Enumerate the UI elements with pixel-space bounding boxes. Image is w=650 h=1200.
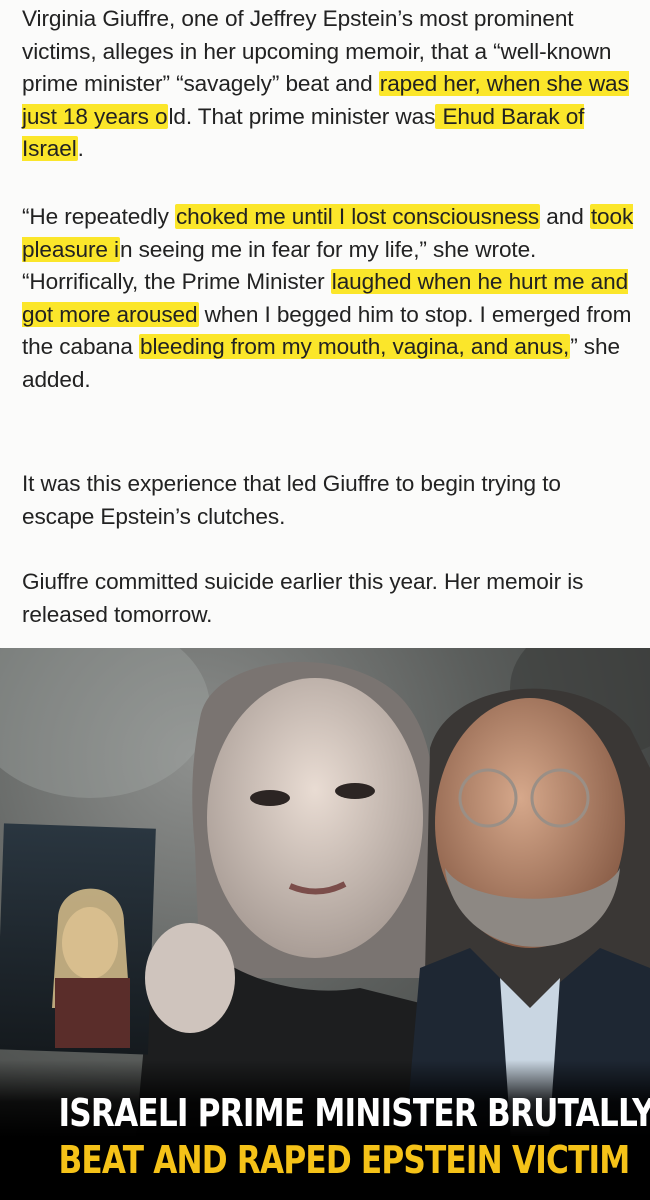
headline-line-1: ISRAELI PRIME MINISTER BRUTALLY [58,1091,650,1135]
text-run: “He repeatedly [22,204,175,229]
headline-line-2: BEAT AND RAPED EPSTEIN VICTIM [58,1138,631,1182]
paragraph-1: Virginia Giuffre, one of Jeffrey Epstein… [22,3,637,166]
paragraph-4: Giuffre committed suicide earlier this y… [22,569,584,627]
paragraph-3: It was this experience that led Giuffre … [22,471,561,529]
text-run: . [77,136,84,161]
paragraph-2: “He repeatedly choked me until I lost co… [22,201,637,396]
highlighted-text: choked me until I lost consciousness [174,204,541,229]
text-run: ld. That prime minister was [168,103,436,129]
article-text: Virginia Giuffre, one of Jeffrey Epstein… [0,0,650,648]
highlighted-text: bleeding from my mouth, vagina, and anus… [139,334,571,359]
text-run: and [540,204,590,229]
